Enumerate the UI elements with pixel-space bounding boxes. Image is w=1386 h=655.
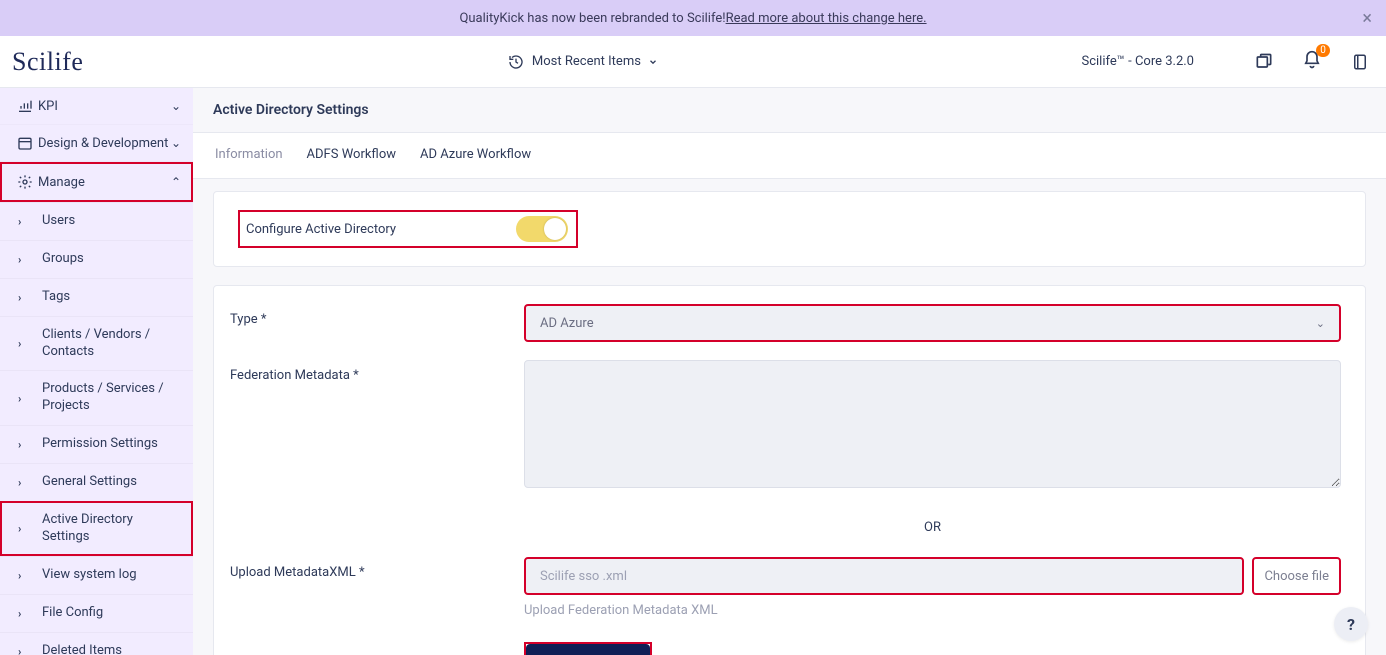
sidebar-item-active-directory[interactable]: ›Active Directory Settings bbox=[0, 501, 193, 556]
sidebar-item-label: View system log bbox=[42, 567, 181, 584]
sidebar-item-label: Groups bbox=[42, 251, 181, 268]
sidebar-item-file-config[interactable]: ›File Config bbox=[0, 594, 193, 632]
page-title: Active Directory Settings bbox=[193, 88, 1386, 133]
topbar: Scilife Most Recent Items Scilife™ - Cor… bbox=[0, 36, 1386, 88]
sidebar-item-deleted[interactable]: ›Deleted Items bbox=[0, 632, 193, 655]
close-icon[interactable]: × bbox=[1362, 8, 1372, 29]
sidebar-item-label: Permission Settings bbox=[42, 436, 181, 453]
sidebar-item-label: Clients / Vendors / Contacts bbox=[42, 327, 181, 361]
federation-metadata-textarea[interactable] bbox=[524, 360, 1341, 488]
chart-icon bbox=[12, 98, 38, 114]
sidebar-item-tags[interactable]: ›Tags bbox=[0, 278, 193, 316]
history-icon bbox=[506, 52, 526, 72]
file-name-value: Scilife sso .xml bbox=[540, 569, 627, 584]
sidebar-item-products[interactable]: ›Products / Services / Projects bbox=[0, 370, 193, 425]
help-button[interactable]: ? bbox=[1334, 607, 1368, 641]
sidebar: KPI ⌄ Design & Development ⌄ Manage ⌃ ›U… bbox=[0, 88, 193, 655]
type-value: AD Azure bbox=[540, 316, 594, 331]
chevron-down-icon: ⌄ bbox=[1316, 317, 1325, 330]
sidebar-item-label: Tags bbox=[42, 289, 181, 306]
announcement-text: QualityKick has now been rebranded to Sc… bbox=[459, 11, 725, 26]
upload-hint: Upload Federation Metadata XML bbox=[524, 603, 1341, 618]
sidebar-item-label: KPI bbox=[38, 99, 171, 114]
main-content: Active Directory Settings Information AD… bbox=[193, 88, 1386, 655]
sidebar-item-label: Active Directory Settings bbox=[42, 512, 181, 546]
tab-ad-azure-workflow[interactable]: AD Azure Workflow bbox=[418, 133, 533, 178]
sidebar-item-label: General Settings bbox=[42, 474, 181, 491]
sidebar-item-users[interactable]: ›Users bbox=[0, 202, 193, 240]
notifications-button[interactable]: 0 bbox=[1302, 50, 1322, 74]
sidebar-item-clients[interactable]: ›Clients / Vendors / Contacts bbox=[0, 316, 193, 371]
announcement-link[interactable]: Read more about this change here. bbox=[726, 11, 927, 26]
type-select[interactable]: AD Azure ⌄ bbox=[524, 304, 1341, 342]
sidebar-item-label: Manage bbox=[38, 175, 171, 190]
sidebar-item-design[interactable]: Design & Development ⌄ bbox=[0, 125, 193, 162]
file-name-input[interactable]: Scilife sso .xml bbox=[524, 557, 1244, 595]
sidebar-item-label: File Config bbox=[42, 605, 181, 622]
type-label: Type * bbox=[224, 304, 524, 327]
configure-ad-label: Configure Active Directory bbox=[246, 222, 396, 237]
parse-metadata-button[interactable]: Parse Metadata bbox=[526, 644, 650, 655]
sidebar-item-label: Products / Services / Projects bbox=[42, 381, 181, 415]
sidebar-item-kpi[interactable]: KPI ⌄ bbox=[0, 88, 193, 125]
calendar-icon bbox=[12, 135, 38, 151]
chevron-down-icon: ⌄ bbox=[171, 99, 181, 113]
version-label: Scilife™ - Core 3.2.0 bbox=[1082, 54, 1195, 69]
federation-metadata-label: Federation Metadata * bbox=[224, 360, 524, 383]
sidebar-item-general[interactable]: ›General Settings bbox=[0, 463, 193, 501]
sidebar-item-manage[interactable]: Manage ⌃ bbox=[0, 162, 193, 202]
recent-items-label: Most Recent Items bbox=[532, 54, 641, 69]
tab-adfs-workflow[interactable]: ADFS Workflow bbox=[305, 133, 398, 178]
brand-logo[interactable]: Scilife bbox=[12, 47, 83, 77]
tabs: Information ADFS Workflow AD Azure Workf… bbox=[193, 133, 1386, 179]
sidebar-item-label: Users bbox=[42, 213, 181, 230]
announcement-bar: QualityKick has now been rebranded to Sc… bbox=[0, 0, 1386, 36]
book-icon[interactable] bbox=[1350, 52, 1370, 72]
sidebar-item-permission[interactable]: ›Permission Settings bbox=[0, 425, 193, 463]
notification-badge: 0 bbox=[1316, 44, 1330, 57]
configure-card: Configure Active Directory bbox=[213, 191, 1366, 267]
chevron-down-icon: ⌄ bbox=[171, 136, 181, 150]
chevron-up-icon: ⌃ bbox=[171, 175, 181, 189]
configure-ad-toggle[interactable] bbox=[516, 216, 568, 242]
tab-information[interactable]: Information bbox=[213, 133, 285, 178]
upload-metadata-label: Upload MetadataXML * bbox=[224, 557, 524, 580]
windows-icon[interactable] bbox=[1254, 52, 1274, 72]
sidebar-item-groups[interactable]: ›Groups bbox=[0, 240, 193, 278]
or-separator: OR bbox=[524, 520, 1341, 535]
gear-icon bbox=[12, 174, 38, 190]
form-card: Type * AD Azure ⌄ Federation Metadata * bbox=[213, 285, 1366, 655]
sidebar-item-system-log[interactable]: ›View system log bbox=[0, 556, 193, 594]
sidebar-item-label: Deleted Items bbox=[42, 643, 181, 655]
recent-items-dropdown[interactable]: Most Recent Items bbox=[506, 52, 659, 72]
sidebar-item-label: Design & Development bbox=[38, 136, 171, 151]
choose-file-button[interactable]: Choose file bbox=[1252, 557, 1341, 595]
chevron-down-icon bbox=[647, 52, 659, 72]
